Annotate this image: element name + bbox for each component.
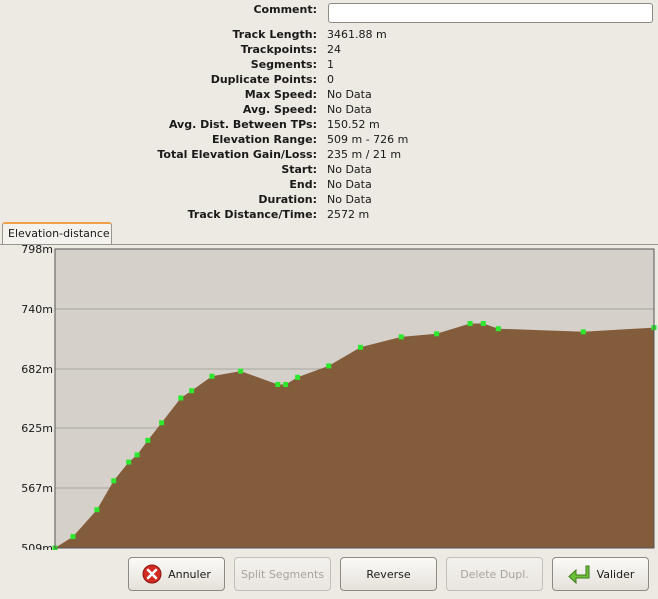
trackpoint-marker	[358, 344, 363, 350]
trackpoint-marker	[326, 363, 332, 369]
avg-dist-label: Avg. Dist. Between TPs:	[168, 118, 317, 131]
y-tick-label: 509m	[21, 542, 53, 550]
segments-value: 1	[327, 58, 334, 71]
trackpoint-marker	[467, 321, 473, 326]
avg-speed-value: No Data	[327, 103, 372, 116]
enter-arrow-icon	[567, 565, 590, 584]
track-length-value: 3461.88 m	[327, 28, 387, 41]
y-tick-label: 625m	[21, 422, 53, 435]
trackpoint-marker	[159, 420, 165, 426]
trackpoint-marker	[126, 459, 132, 465]
trackpoint-marker	[295, 374, 301, 380]
track-length-label: Track Length:	[232, 28, 317, 41]
trackpoint-marker	[580, 329, 586, 335]
elevation-chart: 798m 740m 682m 625m 567m 509m	[21, 244, 657, 550]
elevation-range-value: 509 m - 726 m	[327, 133, 409, 146]
segments-label: Segments:	[250, 58, 317, 71]
elevation-gain-loss-label: Total Elevation Gain/Loss:	[157, 148, 317, 161]
elevation-range-label: Elevation Range:	[211, 133, 317, 146]
trackpoint-marker	[189, 388, 195, 394]
trackpoint-marker	[70, 534, 76, 540]
y-tick-label: 682m	[21, 363, 53, 376]
trackpoint-marker	[238, 368, 244, 374]
track-distance-time-label: Track Distance/Time:	[187, 208, 317, 221]
trackpoint-marker	[134, 452, 140, 458]
duration-label: Duration:	[258, 193, 317, 206]
trackpoint-marker	[275, 382, 281, 387]
annuler-button[interactable]: Annuler	[128, 557, 225, 591]
track-distance-time-value: 2572 m	[327, 208, 370, 221]
trackpoint-marker	[111, 478, 117, 484]
y-tick-label: 740m	[21, 303, 53, 316]
trackpoint-marker	[434, 331, 440, 337]
trackpoints-label: Trackpoints:	[240, 43, 317, 56]
duration-value: No Data	[327, 193, 372, 206]
split-segments-button[interactable]: Split Segments	[234, 557, 331, 591]
end-label: End:	[289, 178, 317, 191]
trackpoints-value: 24	[327, 43, 341, 56]
annuler-label: Annuler	[168, 567, 211, 581]
y-tick-label: 798m	[21, 244, 53, 256]
trackpoint-marker	[495, 326, 501, 332]
y-tick-labels: 798m 740m 682m 625m 567m 509m	[21, 244, 53, 550]
avg-speed-label: Avg. Speed:	[242, 103, 317, 116]
trackpoint-marker	[94, 507, 100, 513]
max-speed-value: No Data	[327, 88, 372, 101]
reverse-button[interactable]: Reverse	[340, 557, 437, 591]
start-value: No Data	[327, 163, 372, 176]
avg-dist-value: 150.52 m	[327, 118, 380, 131]
end-value: No Data	[327, 178, 372, 191]
valider-button[interactable]: Valider	[552, 557, 649, 591]
delete-duplicates-button[interactable]: Delete Dupl.	[446, 557, 543, 591]
tab-elevation-distance[interactable]: Elevation-distance	[2, 222, 112, 244]
valider-label: Valider	[596, 567, 635, 581]
max-speed-label: Max Speed:	[244, 88, 317, 101]
reverse-label: Reverse	[366, 567, 411, 581]
cancel-icon	[142, 564, 162, 584]
delete-duplicates-label: Delete Dupl.	[460, 567, 529, 581]
duplicate-points-value: 0	[327, 73, 334, 86]
y-tick-label: 567m	[21, 482, 53, 495]
trackpoint-marker	[209, 373, 215, 379]
comment-input[interactable]	[328, 3, 653, 23]
split-segments-label: Split Segments	[240, 567, 325, 581]
trackpoint-marker	[283, 382, 289, 387]
trackpoint-marker	[480, 321, 486, 326]
trackpoint-marker	[178, 395, 184, 401]
comment-label: Comment:	[253, 3, 317, 16]
elevation-gain-loss-value: 235 m / 21 m	[327, 148, 402, 161]
trackpoint-marker	[145, 437, 151, 443]
trackpoint-marker	[398, 334, 404, 340]
start-label: Start:	[281, 163, 317, 176]
duplicate-points-label: Duplicate Points:	[210, 73, 317, 86]
